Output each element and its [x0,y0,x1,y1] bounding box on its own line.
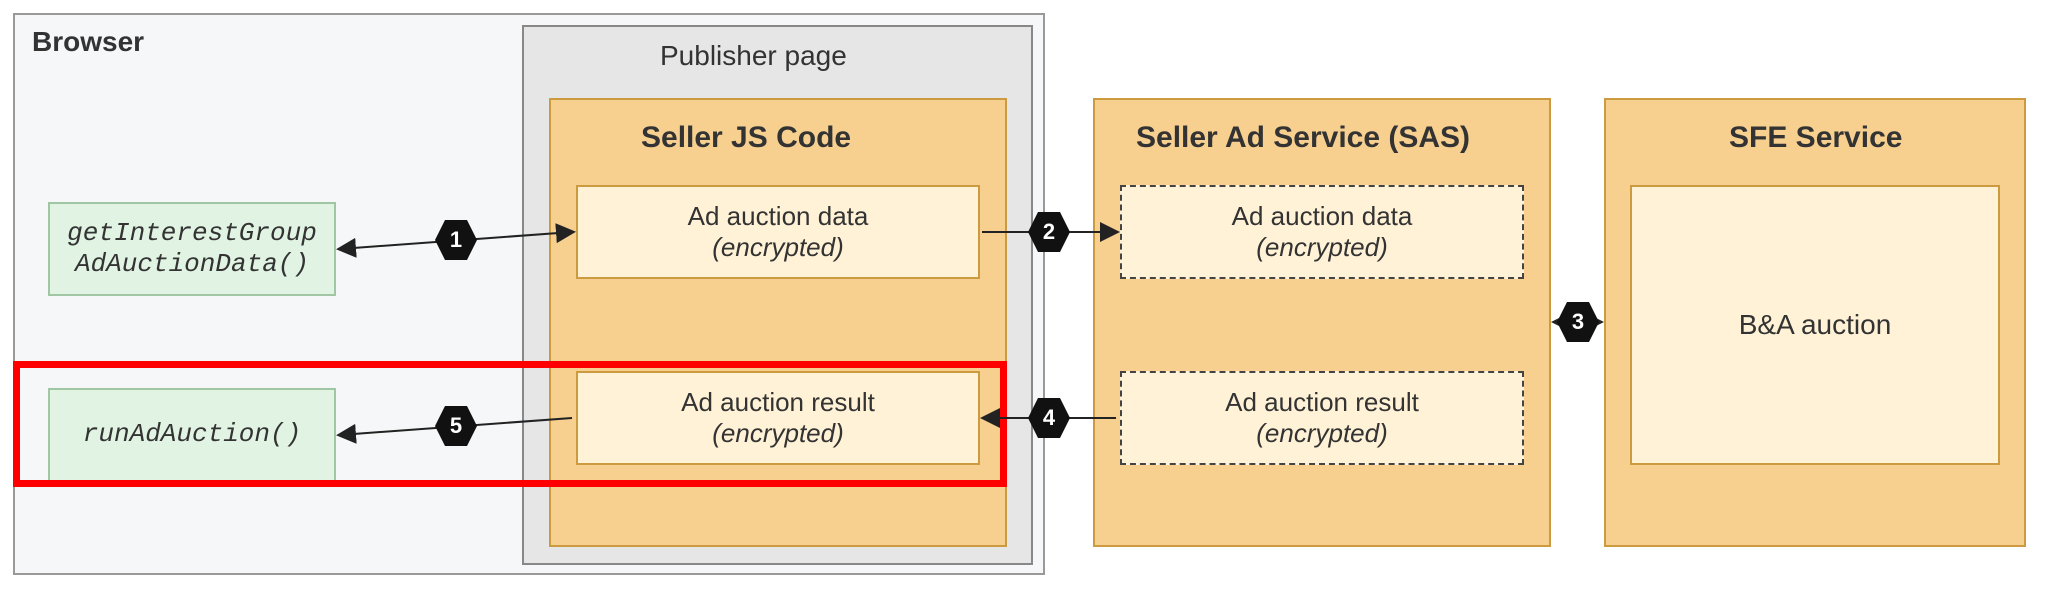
step-number: 5 [450,413,462,439]
publisher-page-label: Publisher page [660,40,847,72]
step-badge-3: 3 [1556,300,1600,344]
ad-auction-data-label: Ad auction data [1232,201,1413,232]
sas-ad-auction-data: Ad auction data (encrypted) [1120,185,1524,279]
step-badge-5: 5 [434,404,478,448]
ad-auction-result-label: Ad auction result [681,387,875,418]
seller-js-ad-auction-result: Ad auction result (encrypted) [576,371,980,465]
ba-auction-label: B&A auction [1739,309,1892,341]
step-number: 1 [450,227,462,253]
sfe-label: SFE Service [1729,121,1902,155]
step-badge-4: 4 [1027,396,1071,440]
step-badge-2: 2 [1027,210,1071,254]
encrypted-label: (encrypted) [712,418,844,449]
ad-auction-data-label: Ad auction data [688,201,869,232]
api-get-interest-group-ad-auction-data: getInterestGroup AdAuctionData() [48,202,336,296]
api1-line2: AdAuctionData() [75,249,309,279]
ba-auction-box: B&A auction [1630,185,2000,465]
step-number: 4 [1043,405,1055,431]
encrypted-label: (encrypted) [712,232,844,263]
encrypted-label: (encrypted) [1256,232,1388,263]
sas-container [1093,98,1551,547]
seller-js-label: Seller JS Code [641,121,851,155]
browser-label: Browser [32,26,144,58]
sas-ad-auction-result: Ad auction result (encrypted) [1120,371,1524,465]
step-number: 3 [1572,309,1584,335]
step-number: 2 [1043,219,1055,245]
sas-label: Seller Ad Service (SAS) [1136,121,1470,155]
step-badge-1: 1 [434,218,478,262]
diagram-stage: Browser Publisher page Seller JS Code ge… [10,10,2038,585]
ad-auction-result-label: Ad auction result [1225,387,1419,418]
api2-text: runAdAuction() [83,419,301,450]
api1-line1: getInterestGroup [67,218,317,248]
api-run-ad-auction: runAdAuction() [48,388,336,482]
encrypted-label: (encrypted) [1256,418,1388,449]
seller-js-container [549,98,1007,547]
seller-js-ad-auction-data: Ad auction data (encrypted) [576,185,980,279]
